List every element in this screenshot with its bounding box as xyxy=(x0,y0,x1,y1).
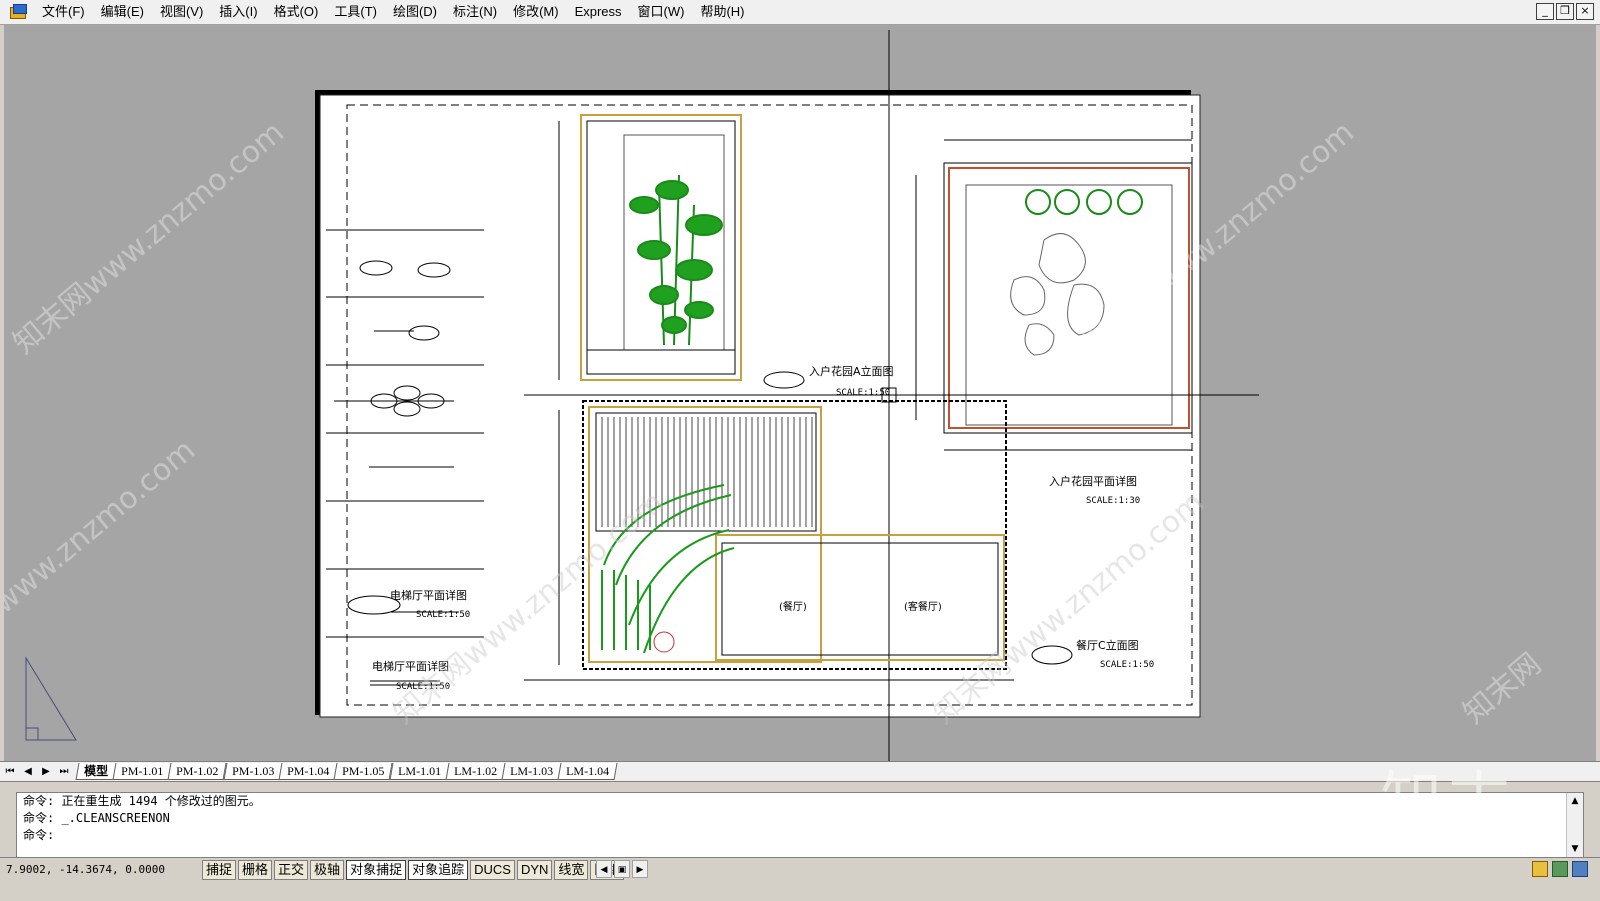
scroll-left-icon[interactable]: ◀ xyxy=(596,860,612,878)
menu-item-8[interactable]: 修改(M) xyxy=(505,0,567,24)
layout-tab[interactable]: PM-1.04 xyxy=(278,763,338,780)
drawing-canvas[interactable]: 入户花园A立面图 SCALE:1:50 入户花园平面详图 SCALE:1:30 … xyxy=(4,25,1596,761)
restaurant-c-title: 餐厅C立面图 xyxy=(1076,638,1139,652)
layout-tab-label: 模型 xyxy=(84,764,109,778)
layout-tab-label: LM-1.03 xyxy=(509,764,553,778)
layout-tab[interactable]: LM-1.04 xyxy=(557,763,618,780)
drawing-svg: 入户花园A立面图 SCALE:1:50 入户花园平面详图 SCALE:1:30 … xyxy=(4,30,1548,761)
scroll-right-icon[interactable]: ▶ xyxy=(632,860,648,878)
layout-tab-label: LM-1.04 xyxy=(565,764,609,778)
layout-tab-label: LM-1.02 xyxy=(453,764,497,778)
layout-tab[interactable]: PM-1.05 xyxy=(333,763,394,780)
scroll-down-icon[interactable]: ▼ xyxy=(1567,841,1583,857)
layout-tab[interactable]: PM-1.02 xyxy=(167,763,228,780)
layout-tab-label: LM-1.01 xyxy=(397,764,441,778)
coordinate-readout: 7.9002, -14.3674, 0.0000 xyxy=(6,863,165,876)
restaurant-c-scale: SCALE:1:50 xyxy=(1100,660,1154,670)
menu-item-2[interactable]: 视图(V) xyxy=(152,0,211,24)
menu-item-4[interactable]: 格式(O) xyxy=(266,0,327,24)
watermark-id: ID: 869553210 xyxy=(1332,826,1516,857)
layout-tab[interactable]: 模型 xyxy=(75,763,117,780)
settings-icon[interactable] xyxy=(1552,861,1568,877)
garden-plan-title: 入户花园平面详图 xyxy=(1049,474,1137,488)
menu-item-7[interactable]: 标注(N) xyxy=(445,0,505,24)
layout-tab-label: PM-1.05 xyxy=(342,764,385,778)
elevator-plan-title: 电梯厅平面详图 xyxy=(390,588,467,602)
status-toggle-button[interactable]: 正交 xyxy=(274,860,309,880)
menu-item-11[interactable]: 帮助(H) xyxy=(692,0,752,24)
layout-tab[interactable]: LM-1.01 xyxy=(389,763,450,780)
minimize-button[interactable]: _ xyxy=(1536,3,1554,20)
command-line: 命令: 正在重生成 1494 个修改过的图元。 xyxy=(23,794,261,808)
menu-item-1[interactable]: 编辑(E) xyxy=(93,0,152,24)
room-living: (客餐厅) xyxy=(904,600,942,613)
menu-bar: 文件(F) 编辑(E) 视图(V) 插入(I) 格式(O) 工具(T) 绘图(D) 标注(N)… xyxy=(0,0,1600,25)
room-dining: (餐厅) xyxy=(779,600,807,613)
status-toggle-button[interactable]: 栅格 xyxy=(238,860,273,880)
layout-tab[interactable]: LM-1.02 xyxy=(445,763,506,780)
command-scrollbar[interactable]: ▲ ▼ xyxy=(1566,793,1583,857)
garden-plan-scale: SCALE:1:30 xyxy=(1086,496,1140,506)
elevator-plan-scale: SCALE:1:50 xyxy=(416,610,470,620)
status-toggle-button[interactable]: 对象追踪 xyxy=(408,860,469,880)
status-toggle-button[interactable]: DYN xyxy=(516,860,553,880)
prev-tab-icon[interactable]: ◀ xyxy=(20,764,36,779)
first-tab-icon[interactable]: ⏮ xyxy=(2,764,18,779)
app-icon[interactable] xyxy=(10,4,28,20)
menu-item-0[interactable]: 文件(F) xyxy=(34,0,93,24)
scroll-up-icon[interactable]: ▲ xyxy=(1567,793,1583,809)
model-paper-icon[interactable]: ▣ xyxy=(614,860,630,878)
lock-icon[interactable] xyxy=(1532,861,1548,877)
layout-tab[interactable]: PM-1.03 xyxy=(223,763,283,780)
status-toggle-button[interactable]: 对象捕捉 xyxy=(346,860,407,880)
status-toggle-button[interactable]: DUCS xyxy=(470,860,515,880)
menu-item-5[interactable]: 工具(T) xyxy=(326,0,385,24)
menu-item-6[interactable]: 绘图(D) xyxy=(385,0,445,24)
vertical-scroll-edge xyxy=(1596,25,1600,761)
layout-tab-label: PM-1.02 xyxy=(176,764,219,778)
layout-tab-label: PM-1.04 xyxy=(287,764,330,778)
menu-item-10[interactable]: 窗口(W) xyxy=(630,0,693,24)
next-tab-icon[interactable]: ▶ xyxy=(38,764,54,779)
status-toggle-button[interactable]: 捕捉 xyxy=(202,860,237,880)
ucs-icon xyxy=(25,656,77,741)
elevation-a-title: 入户花园A立面图 xyxy=(809,364,894,378)
layout-tab[interactable]: PM-1.01 xyxy=(112,763,172,780)
svg-text:知末网www.znzmo.com: 知末网www.znzmo.com xyxy=(7,115,291,361)
menu-item-9[interactable]: Express xyxy=(567,0,630,24)
layout-tab-bar: ⏮ ◀ ▶ ⏭ 模型 PM-1.01 PM-1.02 PM-1.03 PM-1.04 PM-1.… xyxy=(0,761,1600,781)
menu-item-3[interactable]: 插入(I) xyxy=(211,0,265,24)
layout-tab-label: PM-1.03 xyxy=(231,764,275,778)
svg-text:www.znzmo.com: www.znzmo.com xyxy=(4,433,202,622)
status-toggle-button[interactable]: 极轴 xyxy=(310,860,345,880)
layout-tab-label: PM-1.01 xyxy=(121,764,164,778)
clean-screen-icon[interactable] xyxy=(1572,861,1588,877)
restore-button[interactable]: ❐ xyxy=(1556,3,1574,20)
close-button[interactable]: × xyxy=(1576,3,1594,20)
layout-tab[interactable]: LM-1.03 xyxy=(501,763,562,780)
status-tray xyxy=(1532,861,1588,877)
last-tab-icon[interactable]: ⏭ xyxy=(56,764,72,779)
status-toggle-button[interactable]: 线宽 xyxy=(554,860,589,880)
command-line: 命令: _.CLEANSCREENON xyxy=(23,811,170,825)
status-bar: 7.9002, -14.3674, 0.0000 捕捉 栅格 正交 极轴 对象捕捉 对象追… xyxy=(0,857,1600,901)
svg-text:知末网: 知末网 xyxy=(1457,646,1548,731)
